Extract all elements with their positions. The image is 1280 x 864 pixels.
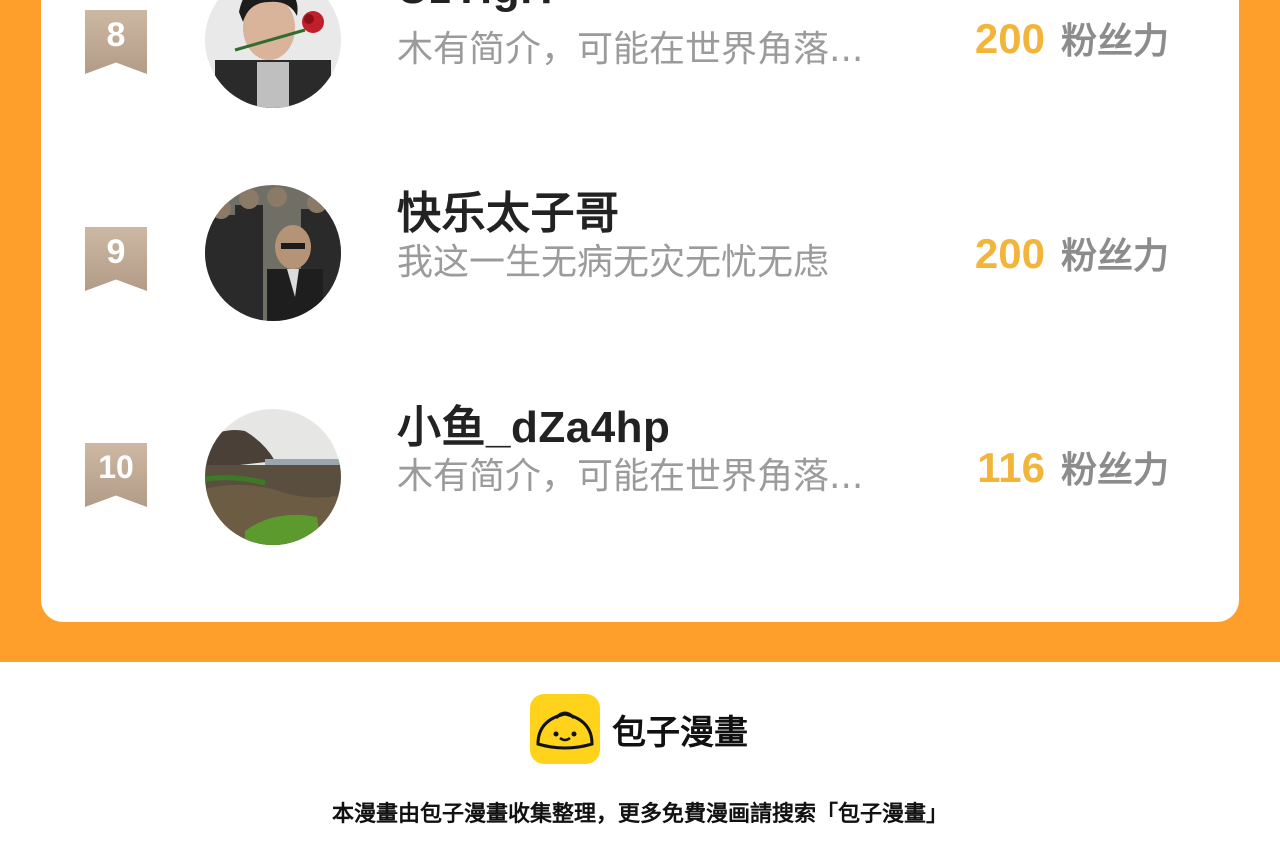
rank-badge: 8 [85, 10, 147, 74]
fans-power: 200 粉丝力 [975, 12, 1169, 64]
user-name[interactable]: UzYigiT [397, 0, 560, 14]
user-description: 木有简介，可能在世界角落... [397, 29, 864, 70]
rank-badge: 9 [85, 227, 147, 291]
fans-label: 粉丝力 [1060, 450, 1169, 491]
fans-label: 粉丝力 [1060, 21, 1169, 62]
fans-label: 粉丝力 [1060, 236, 1169, 277]
user-name[interactable]: 快乐太子哥 [397, 177, 620, 241]
fans-count: 200 [974, 230, 1045, 277]
user-description: 木有简介，可能在世界角落... [397, 456, 864, 497]
user-avatar[interactable] [205, 409, 341, 545]
rank-badge: 10 [85, 443, 147, 507]
user-avatar[interactable] [205, 185, 341, 321]
fans-count: 116 [977, 444, 1045, 491]
brand-name: 包子漫畫 [612, 712, 748, 753]
fans-power: 116 粉丝力 [977, 441, 1169, 493]
ranking-card: 8 UzYigiT 木有简介，可能在世界角落... 200 粉丝力 9 [41, 0, 1239, 622]
ranking-row[interactable]: 8 UzYigiT 木有简介，可能在世界角落... 200 粉丝力 [41, 0, 1239, 108]
baozi-logo-icon [530, 694, 600, 764]
fans-count: 200 [974, 15, 1045, 62]
brand-block[interactable]: 包子漫畫 [530, 694, 748, 764]
footer-notice: 本漫畫由包子漫畫收集整理，更多免費漫画請搜索「包子漫畫」 [331, 802, 948, 827]
fans-power: 200 粉丝力 [975, 227, 1169, 279]
user-description: 我这一生无病无灾无忧无虑 [397, 242, 830, 283]
ranking-row[interactable]: 10 小鱼_dZa4hp 木有简介，可能在世界角落... 116 粉丝力 [41, 403, 1239, 545]
user-name[interactable]: 小鱼_dZa4hp [397, 391, 670, 455]
ranking-row[interactable]: 9 快乐太子哥 我这一生无病无灾无忧无虑 200 粉丝力 [41, 185, 1239, 325]
user-avatar[interactable] [205, 0, 341, 108]
